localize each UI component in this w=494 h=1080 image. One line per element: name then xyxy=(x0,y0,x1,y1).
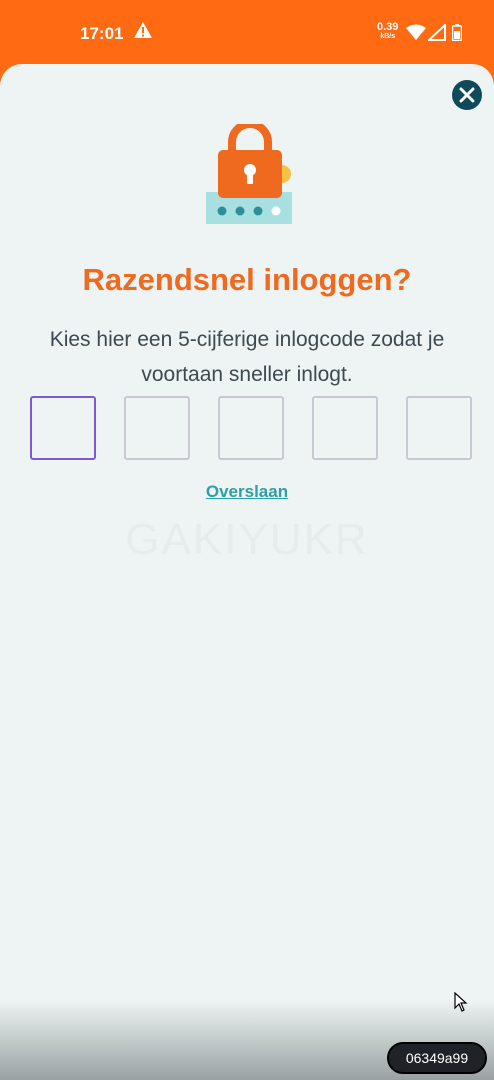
code-digit-3[interactable] xyxy=(218,396,284,460)
session-id-badge: 06349a99 xyxy=(387,1042,487,1074)
battery-icon xyxy=(451,24,463,46)
code-digit-4[interactable] xyxy=(312,396,378,460)
dialog-title: Razendsnel inloggen? xyxy=(82,262,412,297)
warning-icon xyxy=(134,22,152,43)
close-button[interactable] xyxy=(452,80,482,110)
padlock-icon xyxy=(204,120,294,233)
code-digit-5[interactable] xyxy=(406,396,472,460)
status-bar: 17:01 0.39 kB/s xyxy=(0,0,494,66)
watermark-text: GAKIYUKR xyxy=(125,515,369,564)
close-icon xyxy=(459,87,475,103)
skip-link[interactable]: Overslaan xyxy=(0,482,494,502)
code-digit-1[interactable] xyxy=(30,396,96,460)
dialog-description: Kies hier een 5-cijferige inlogcode zoda… xyxy=(49,328,445,386)
wifi-icon xyxy=(406,24,426,45)
network-speed: 0.39 kB/s xyxy=(377,22,398,42)
code-input-row xyxy=(30,396,472,460)
code-digit-2[interactable] xyxy=(124,396,190,460)
mouse-cursor-icon xyxy=(454,991,468,1017)
signal-icon xyxy=(426,22,446,46)
network-speed-unit: kB/s xyxy=(380,33,396,40)
status-time: 17:01 xyxy=(80,24,124,43)
